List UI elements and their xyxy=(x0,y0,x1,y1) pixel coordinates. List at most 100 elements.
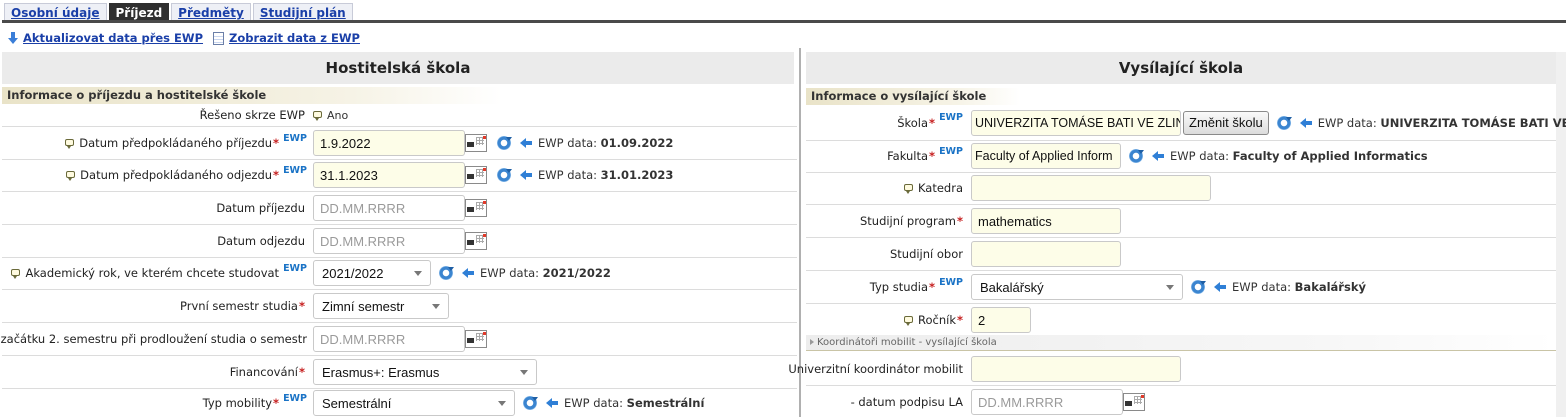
ewp-data-prefix: EWP data: xyxy=(538,136,598,150)
update-ewp-label: Aktualizovat data přes EWP xyxy=(23,31,204,45)
study-type-value: Bakalářský xyxy=(980,279,1044,295)
comment-icon xyxy=(904,315,913,326)
first-semester-value: Zimní semestr xyxy=(322,298,405,314)
comment-icon xyxy=(11,268,21,279)
refresh-icon[interactable] xyxy=(439,266,454,280)
host-section-header: Informace o příjezdu a hostitelské škole xyxy=(2,87,502,104)
planned-arrival-ewp-value: 01.09.2022 xyxy=(600,136,674,150)
arrow-left-icon xyxy=(1299,117,1312,128)
mobility-type-select[interactable]: Semestrální xyxy=(313,390,515,416)
coordinator-input[interactable] xyxy=(971,356,1181,382)
row-departure: Datum odjezdu DD.MM.RRRR xyxy=(2,226,799,256)
comment-icon xyxy=(65,138,75,149)
first-semester-select[interactable]: Zimní semestr xyxy=(313,293,449,319)
tab-courses[interactable]: Předměty xyxy=(171,3,251,21)
row-mobility-type: Typ mobility * EWP Semestrální EWP data: S… xyxy=(2,389,799,417)
planned-arrival-input[interactable]: 1.9.2022 xyxy=(313,130,465,156)
tab-arrival[interactable]: Příjezd xyxy=(108,3,170,21)
ewp-data-prefix: EWP data: xyxy=(480,266,540,280)
calendar-icon[interactable] xyxy=(1123,392,1147,412)
arrow-left-icon xyxy=(520,138,532,148)
arrow-left-icon xyxy=(462,268,474,278)
row-study-program: Studijní program * mathematics xyxy=(806,206,1556,236)
ewp-tag: EWP xyxy=(283,392,307,404)
refresh-icon[interactable] xyxy=(497,168,512,182)
row-financing: Financování * Erasmus+: Erasmus xyxy=(2,357,799,387)
ewp-data-prefix: EWP data: xyxy=(1170,149,1230,163)
row-second-semester-start: Datum začátku 2. semestru při prodloužen… xyxy=(0,324,799,354)
ewp-data-prefix: EWP data: xyxy=(1232,280,1292,294)
mobility-type-label: Typ mobility xyxy=(202,396,273,410)
refresh-icon[interactable] xyxy=(1276,115,1292,130)
ewp-tag: EWP xyxy=(283,132,307,144)
planned-departure-ewp-value: 31.01.2023 xyxy=(600,168,674,182)
required-mark: * xyxy=(273,168,280,182)
required-mark: * xyxy=(929,280,936,294)
academic-year-select[interactable]: 2021/2022 xyxy=(313,260,431,286)
departure-label: Datum odjezdu xyxy=(217,234,305,248)
planned-departure-label: Datum předpokládaného odjezdu xyxy=(80,168,273,182)
sending-section-header: Informace o vysílající škole xyxy=(806,88,1020,105)
school-ewp-value: UNIVERZITA TOMÁSE BATI VE ZLINE xyxy=(1380,115,1566,130)
financing-select[interactable]: Erasmus+: Erasmus xyxy=(313,359,537,385)
refresh-icon[interactable] xyxy=(1191,280,1206,294)
second-semester-start-input[interactable]: DD.MM.RRRR xyxy=(313,326,465,352)
show-ewp-link[interactable]: Zobrazit data z EWP xyxy=(213,31,360,45)
second-semester-start-label: Datum začátku 2. semestru při prodloužen… xyxy=(0,332,307,346)
comment-icon xyxy=(66,170,76,181)
department-label: Katedra xyxy=(917,181,963,195)
faculty-label: Fakulta xyxy=(887,149,929,163)
study-program-label: Studijní program xyxy=(859,214,956,228)
arrow-left-icon xyxy=(520,170,532,180)
row-study-type: Typ studia * EWP Bakalářský EWP data: Baka… xyxy=(806,272,1556,302)
study-type-select[interactable]: Bakalářský xyxy=(971,274,1183,300)
study-program-input[interactable]: mathematics xyxy=(971,208,1121,234)
department-input[interactable] xyxy=(971,175,1211,201)
tab-study-plan[interactable]: Studijní plán xyxy=(252,3,353,21)
mobility-type-value: Semestrální xyxy=(322,395,392,411)
arrival-input[interactable]: DD.MM.RRRR xyxy=(313,195,465,221)
required-mark: * xyxy=(273,136,280,150)
refresh-icon[interactable] xyxy=(497,136,512,150)
calendar-icon[interactable] xyxy=(465,329,489,349)
row-first-semester: První semestr studia * Zimní semestr xyxy=(2,291,799,321)
financing-label: Financování xyxy=(229,365,298,379)
faculty-ewp-value: Faculty of Applied Informatics xyxy=(1232,149,1428,163)
update-ewp-link[interactable]: Aktualizovat data přes EWP xyxy=(8,31,203,45)
calendar-icon[interactable] xyxy=(465,198,489,218)
calendar-icon[interactable] xyxy=(465,231,489,251)
arrow-left-icon xyxy=(1152,151,1164,161)
arrival-label: Datum příjezdu xyxy=(216,201,305,215)
faculty-input[interactable]: Faculty of Applied Inform xyxy=(971,143,1121,169)
tab-bar: Osobní údaje Příjezd Předměty Studijní p… xyxy=(4,3,355,21)
year-label: Ročník xyxy=(918,313,956,327)
study-field-input[interactable] xyxy=(971,241,1121,267)
coordinators-section-header: Koordinátoři mobilit - vysílající škola xyxy=(806,335,1556,350)
school-label: Škola xyxy=(897,115,929,130)
la-sign-date-input[interactable]: DD.MM.RRRR xyxy=(971,389,1123,415)
show-ewp-label: Zobrazit data z EWP xyxy=(229,31,360,45)
ewp-tag: EWP xyxy=(939,276,963,288)
row-la-sign-date: - datum podpisu LA DD.MM.RRRR xyxy=(806,387,1556,417)
host-school-title: Hostitelská škola xyxy=(2,52,794,84)
chevron-down-icon xyxy=(520,369,528,375)
calendar-icon[interactable] xyxy=(465,165,489,185)
tab-personal[interactable]: Osobní údaje xyxy=(4,3,107,21)
required-mark: * xyxy=(956,214,963,228)
ewp-tag: EWP xyxy=(939,112,963,123)
school-input[interactable]: UNIVERZITA TOMÁSE BATI VE ZLIN xyxy=(971,109,1181,136)
refresh-icon[interactable] xyxy=(1129,149,1144,163)
refresh-icon[interactable] xyxy=(523,396,538,410)
ewp-data-prefix: EWP data: xyxy=(564,396,624,410)
required-mark: * xyxy=(273,396,280,410)
required-mark: * xyxy=(929,149,936,163)
change-school-button[interactable]: Změnit školu xyxy=(1183,110,1269,135)
calendar-icon[interactable] xyxy=(465,133,489,153)
row-academic-year: Akademický rok, ve kterém chcete studova… xyxy=(2,258,799,288)
la-sign-date-label: - datum podpisu LA xyxy=(850,395,963,409)
departure-input[interactable]: DD.MM.RRRR xyxy=(313,228,465,254)
planned-departure-input[interactable]: 31.1.2023 xyxy=(313,162,465,188)
year-input[interactable]: 2 xyxy=(971,307,1031,333)
row-planned-arrival: Datum předpokládaného příjezdu * EWP 1.9.2… xyxy=(2,128,799,158)
first-semester-label: První semestr studia xyxy=(180,299,298,313)
